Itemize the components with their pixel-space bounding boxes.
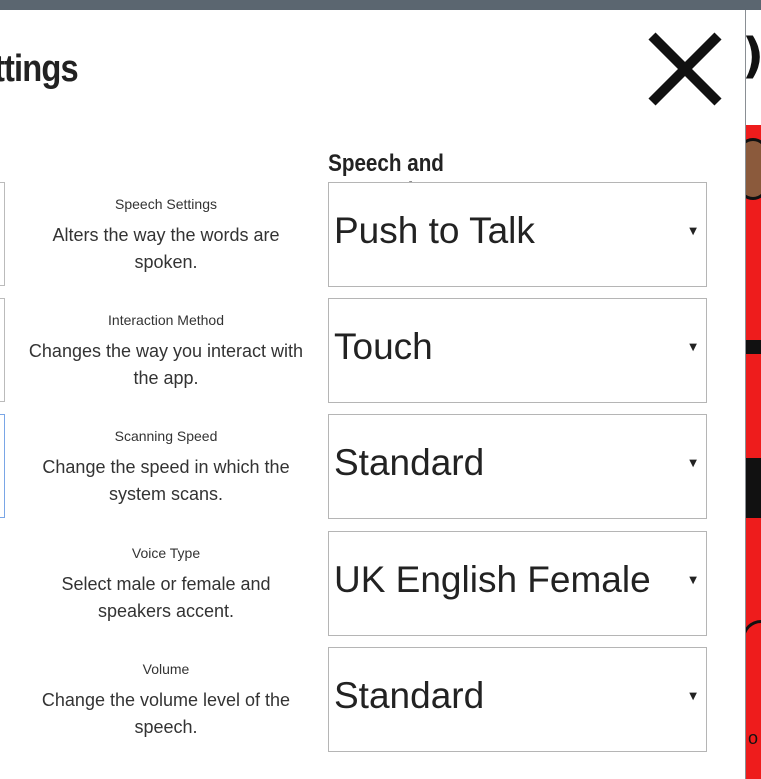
select-value: Push to Talk	[334, 210, 535, 251]
setting-row-voice: Voice Type Select male or female and spe…	[0, 531, 746, 637]
left-panel-edge	[0, 414, 5, 518]
voice-type-select[interactable]: UK English Female ▼	[328, 531, 707, 636]
left-panel-edge	[0, 298, 5, 402]
setting-label: Scanning Speed	[114, 428, 218, 444]
caret-down-icon: ▼	[689, 342, 697, 353]
modal-title: ttings	[0, 48, 79, 90]
setting-row-scanning: Scanning Speed Change the speed in which…	[0, 414, 746, 520]
setting-row-volume: Volume Change the volume level of the sp…	[0, 647, 746, 753]
left-panel-edge	[0, 182, 5, 286]
setting-row-interaction: Interaction Method Changes the way you i…	[0, 298, 746, 404]
scanning-speed-select[interactable]: Standard ▼	[328, 414, 707, 519]
setting-label: Speech Settings	[115, 196, 217, 212]
setting-description: Change the speed in which the system sca…	[42, 457, 290, 504]
setting-label: Volume	[142, 661, 190, 677]
setting-label: Voice Type	[131, 545, 201, 561]
caret-down-icon: ▼	[689, 575, 697, 586]
close-button[interactable]	[644, 28, 726, 110]
caret-down-icon: ▼	[689, 226, 697, 237]
setting-row-speech: Speech Settings Alters the way the words…	[0, 182, 746, 288]
speech-settings-select[interactable]: Push to Talk ▼	[328, 182, 707, 287]
select-value: Touch	[334, 326, 433, 367]
interaction-method-select[interactable]: Touch ▼	[328, 298, 707, 403]
setting-description: Alters the way the words are spoken.	[52, 225, 280, 272]
close-icon	[648, 32, 722, 106]
caret-down-icon: ▼	[689, 691, 697, 702]
background-partial-letter: o	[748, 728, 759, 748]
setting-description: Change the volume level of the speech.	[41, 690, 291, 737]
select-value: UK English Female	[334, 559, 651, 600]
caret-down-icon: ▼	[689, 458, 697, 469]
setting-description: Select male or female and speakers accen…	[61, 574, 271, 621]
settings-modal: ttings Speech and Interaction Speech Set…	[0, 10, 746, 779]
volume-select[interactable]: Standard ▼	[328, 647, 707, 752]
setting-label: Interaction Method	[108, 312, 224, 328]
select-value: Standard	[334, 675, 485, 716]
setting-description: Changes the way you interact with the ap…	[28, 341, 304, 388]
select-value: Standard	[334, 442, 485, 483]
